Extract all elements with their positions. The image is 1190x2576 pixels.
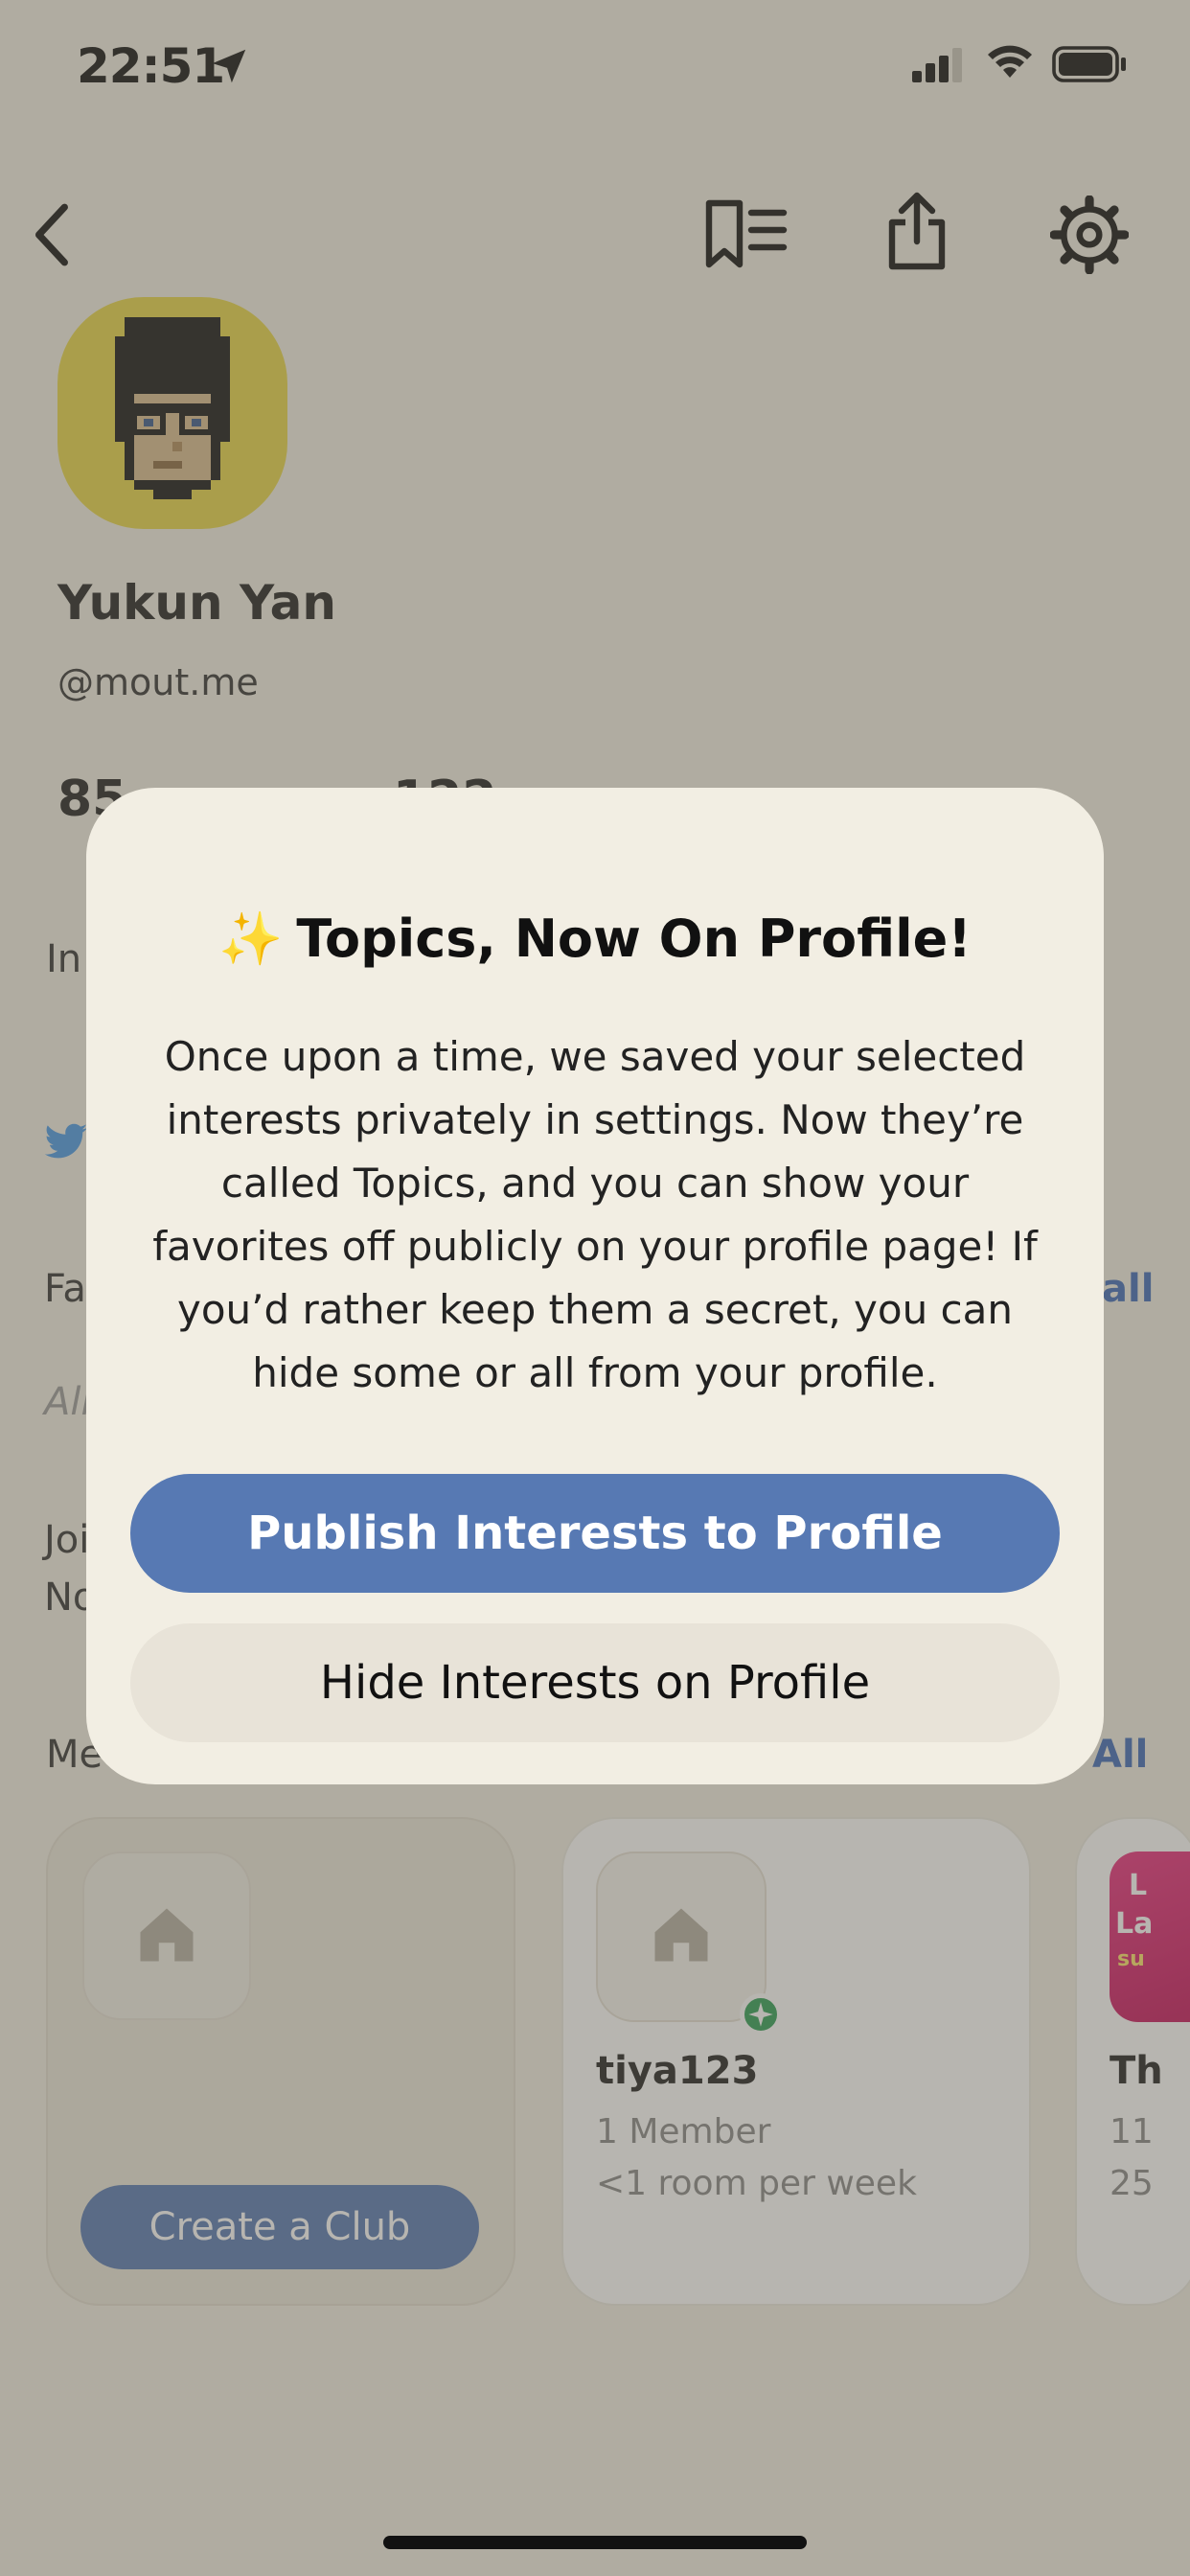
modal-body: Once upon a time, we saved your selected… [152,1033,1038,1396]
modal-title: ✨ Topics, Now On Profile! [86,908,1104,970]
modal-title-text: Topics, Now On Profile! [296,908,972,969]
publish-interests-button[interactable]: Publish Interests to Profile [130,1474,1060,1593]
hide-interests-button[interactable]: Hide Interests on Profile [130,1623,1060,1742]
home-indicator[interactable] [383,2536,807,2549]
sparkles-icon: ✨ [218,908,284,969]
